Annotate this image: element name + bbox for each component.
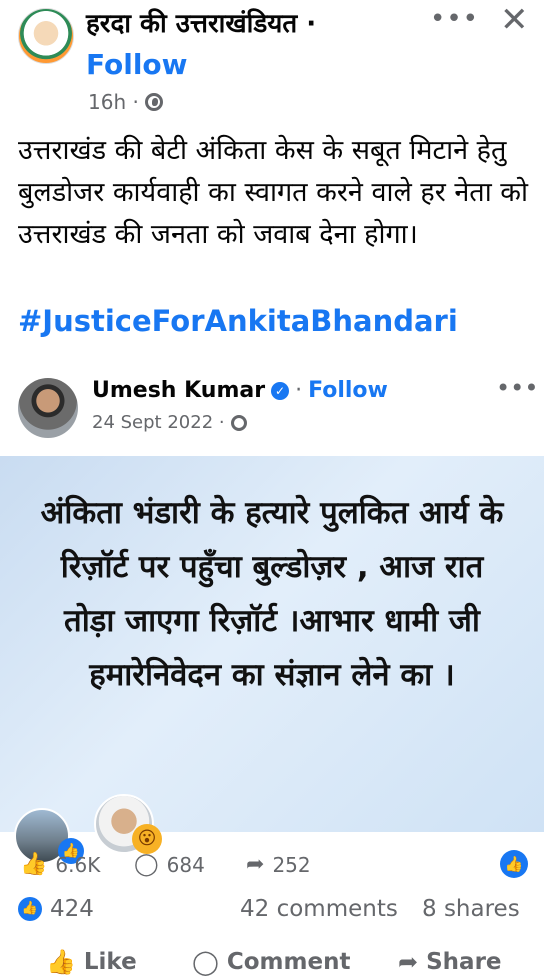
- shared-likes-count: 6.6K: [55, 852, 101, 877]
- share-label: Share: [426, 949, 502, 975]
- share-button[interactable]: ➦ Share: [398, 948, 502, 976]
- verified-icon: ✓: [271, 381, 290, 400]
- like-reaction-icon: 👍: [18, 897, 42, 921]
- follow-button[interactable]: Follow: [86, 48, 188, 81]
- post-meta: 16h ·: [88, 90, 163, 114]
- comment-icon: ◯: [192, 948, 219, 976]
- close-icon[interactable]: ✕: [500, 0, 529, 40]
- shared-author-line: Umesh Kumar ✓ · Follow: [92, 378, 388, 403]
- shared-likes-stat[interactable]: 👍 6.6K: [20, 852, 100, 877]
- shared-post-meta: 24 Sept 2022 ·: [92, 412, 247, 433]
- shared-author-avatar[interactable]: [18, 378, 78, 438]
- hashtag-link[interactable]: #JusticeForAnkitaBhandari: [18, 304, 458, 338]
- post-summary: 👍 424 42 comments 8 shares: [0, 896, 544, 930]
- shared-comments-stat[interactable]: ◯ 684: [134, 852, 205, 877]
- reactions-summary[interactable]: 👍 424: [18, 896, 94, 922]
- shared-author-name[interactable]: Umesh Kumar: [92, 378, 265, 403]
- share-icon: ➦: [398, 948, 419, 976]
- post-time[interactable]: 16h ·: [88, 90, 139, 114]
- comment-button[interactable]: ◯ Comment: [192, 948, 350, 976]
- shared-follow-button[interactable]: Follow: [308, 378, 388, 403]
- like-label: Like: [83, 949, 137, 975]
- globe-icon: [144, 93, 163, 111]
- shared-post-header: Umesh Kumar ✓ · Follow 24 Sept 2022 · ••…: [0, 366, 544, 450]
- comment-icon: ◯: [134, 852, 159, 877]
- more-options-icon[interactable]: •••: [430, 4, 479, 34]
- like-button[interactable]: 👍 Like: [46, 948, 137, 976]
- shares-count[interactable]: 8 shares: [422, 896, 520, 922]
- globe-icon: [230, 414, 247, 431]
- shared-post-stats: 👍 6.6K ◯ 684 ➦ 252 👍: [0, 848, 544, 884]
- shared-comments-count: 684: [166, 852, 205, 877]
- reactions-count: 424: [50, 896, 94, 922]
- shared-post-date[interactable]: 24 Sept 2022 ·: [92, 412, 225, 433]
- dot-separator: ·: [295, 378, 303, 403]
- image-caption-text: अंकिता भंडारी के हत्यारे पुलकित आर्य के …: [40, 495, 504, 693]
- thumbs-up-icon: 👍: [20, 852, 48, 877]
- thumbs-up-icon: 👍: [46, 948, 76, 976]
- post-header: हरदा की उत्तराखंडियत · Follow 16h · ••• …: [0, 0, 544, 120]
- share-icon: ➦: [246, 852, 265, 877]
- page-name[interactable]: हरदा की उत्तराखंडियत ·: [86, 4, 316, 40]
- shared-more-options-icon[interactable]: •••: [496, 374, 538, 402]
- reaction-avatars: 👍 😮: [14, 790, 174, 864]
- shared-post-image[interactable]: अंकिता भंडारी के हत्यारे पुलकित आर्य के …: [0, 456, 544, 832]
- comments-count[interactable]: 42 comments: [240, 896, 398, 922]
- page-avatar[interactable]: [18, 8, 74, 64]
- like-circle-icon[interactable]: 👍: [500, 850, 528, 878]
- shared-shares-stat[interactable]: ➦ 252: [246, 852, 311, 877]
- post-text: उत्तराखंड की बेटी अंकिता केस के सबूत मिट…: [18, 135, 529, 250]
- shared-shares-count: 252: [272, 852, 311, 877]
- action-bar: 👍 Like ◯ Comment ➦ Share: [0, 944, 544, 980]
- comment-label: Comment: [226, 949, 351, 975]
